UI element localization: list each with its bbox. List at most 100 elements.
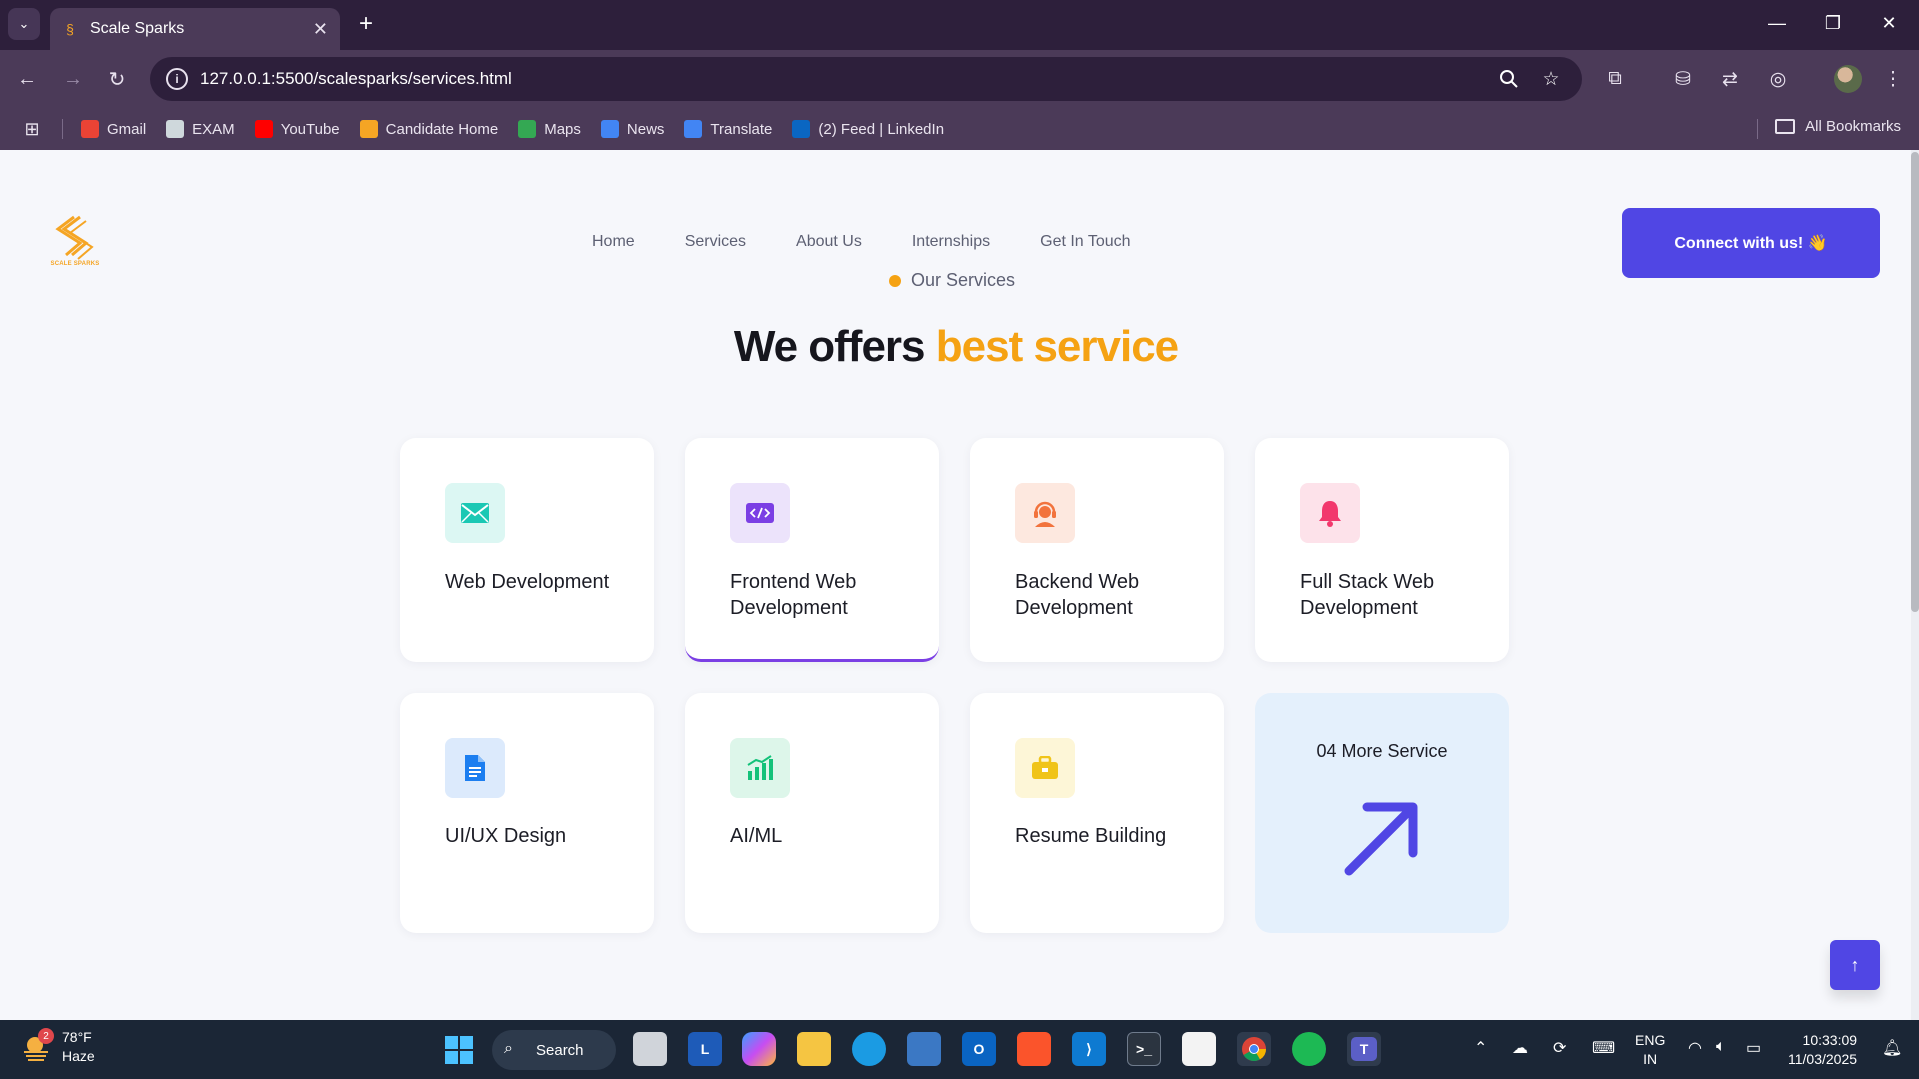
service-card-frontend-web-development[interactable]: Frontend Web Development [685, 438, 939, 662]
menu-kebab-icon[interactable]: ⋮ [1878, 64, 1908, 94]
tray-overflow-icon[interactable]: ⌃ [1474, 1038, 1487, 1058]
restore-icon[interactable]: ❐ [1818, 8, 1848, 38]
outlook-icon[interactable]: O [962, 1032, 996, 1066]
tab-search-button[interactable]: ⌄ [8, 8, 40, 40]
service-card-ai-ml[interactable]: AI/ML [685, 693, 939, 933]
forward-icon[interactable]: → [58, 64, 88, 94]
nav-home[interactable]: Home [592, 233, 635, 251]
bookmarks-divider [1757, 119, 1758, 139]
bookmark-item[interactable]: News [600, 120, 664, 138]
service-card-backend-web-development[interactable]: Backend Web Development [970, 438, 1224, 662]
service-label: Backend Web Development [1015, 571, 1140, 619]
bookmark-label: YouTube [280, 120, 340, 138]
bar-chart-icon [730, 738, 790, 798]
more-services-card[interactable]: 04 More Service [1255, 693, 1509, 933]
nav-internships[interactable]: Internships [912, 233, 990, 251]
notifications-icon[interactable]: 🔔︎ [1882, 1038, 1902, 1058]
reload-icon[interactable]: ↻ [102, 64, 132, 94]
close-window-icon[interactable]: ✕ [1874, 8, 1904, 38]
file-explorer-icon[interactable] [797, 1032, 831, 1066]
terminal-icon[interactable]: >_ [1127, 1032, 1161, 1066]
browser-toolbar: ← → ↻ i 127.0.0.1:5500/scalesparks/servi… [0, 50, 1919, 108]
service-card-ui-ux-design[interactable]: UI/UX Design [400, 693, 654, 933]
battery-icon[interactable]: ▭ [1746, 1038, 1761, 1058]
scrollbar-thumb[interactable] [1911, 152, 1919, 612]
nav-get-in-touch[interactable]: Get In Touch [1040, 233, 1130, 251]
vscode-icon[interactable]: ⟩ [1072, 1032, 1106, 1066]
weather-temp: 78°F [62, 1029, 92, 1045]
taskbar-search[interactable]: ⌕ Search [492, 1030, 616, 1070]
lang-top: ENG [1635, 1032, 1666, 1048]
connect-button[interactable]: Connect with us! 👋 [1622, 208, 1880, 278]
copilot-icon[interactable] [742, 1032, 776, 1066]
address-bar[interactable]: i 127.0.0.1:5500/scalesparks/services.ht… [150, 57, 1582, 101]
url-text[interactable]: 127.0.0.1:5500/scalesparks/services.html [200, 69, 1482, 89]
service-card-resume-building[interactable]: Resume Building [970, 693, 1224, 933]
briefcase-icon [1015, 738, 1075, 798]
edge-icon[interactable] [852, 1032, 886, 1066]
service-label: Web Development [445, 571, 610, 593]
bookmark-item[interactable]: YouTube [254, 120, 340, 138]
sync-icon[interactable]: ⟳ [1553, 1038, 1566, 1058]
incognito-icon[interactable]: ⛁ [1668, 64, 1698, 94]
language-indicator[interactable]: ENG IN [1635, 1031, 1665, 1069]
translate-icon [684, 120, 703, 138]
extensions-icon[interactable]: ⧉ [1600, 64, 1630, 94]
nav-about-us[interactable]: About Us [796, 233, 862, 251]
service-card-full-stack-web-development[interactable]: Full Stack Web Development [1255, 438, 1509, 662]
scale-sparks-logo[interactable]: SCALE SPARKS [50, 215, 100, 267]
maps-icon [518, 120, 537, 138]
brave-icon[interactable] [1017, 1032, 1051, 1066]
bookmark-item[interactable]: Gmail [81, 120, 146, 138]
back-icon[interactable]: ← [12, 64, 42, 94]
zoom-icon[interactable] [1494, 64, 1524, 94]
onedrive-icon[interactable]: ☁ [1512, 1038, 1528, 1058]
lang-bottom: IN [1643, 1051, 1658, 1067]
bookmark-item[interactable]: Maps [518, 120, 581, 138]
minimize-icon[interactable]: — [1762, 8, 1792, 38]
service-card-web-development[interactable]: Web Development [400, 438, 654, 662]
wifi-icon[interactable]: ◠ [1688, 1038, 1702, 1058]
bookmark-item[interactable]: Translate [684, 120, 772, 138]
logo-caption: SCALE SPARKS [50, 261, 100, 267]
news-icon [600, 120, 619, 138]
exam-icon [166, 120, 185, 138]
more-services-label: 04 More Service [1316, 741, 1448, 761]
scroll-to-top-button[interactable]: ↑ [1830, 940, 1880, 990]
gmail-icon [81, 120, 99, 138]
code-icon [730, 483, 790, 543]
profile-avatar[interactable] [1834, 65, 1862, 93]
store-icon[interactable] [1182, 1032, 1216, 1066]
keyboard-icon[interactable]: ⌨ [1592, 1038, 1615, 1058]
bookmark-star-icon[interactable]: ☆ [1536, 64, 1566, 94]
eyebrow-dot [889, 274, 901, 287]
eyebrow-text: Our Services [911, 270, 1016, 290]
translate-page-icon[interactable]: ⇄ [1715, 64, 1745, 94]
tab-title: Scale Sparks [90, 20, 185, 37]
all-bookmarks-button[interactable]: All Bookmarks [1775, 118, 1901, 135]
page-scrollbar[interactable] [1911, 150, 1919, 1020]
bookmark-item[interactable]: EXAM [166, 120, 235, 138]
volume-icon[interactable]: 🔈︎ [1716, 1038, 1726, 1056]
lens-app-icon[interactable]: L [688, 1032, 722, 1066]
close-tab-icon[interactable]: ✕ [313, 19, 328, 40]
site-info-icon[interactable]: i [166, 68, 188, 90]
apps-grid-icon[interactable]: ⊞ [20, 117, 44, 141]
new-tab-button[interactable]: + [352, 10, 380, 38]
search-icon: ⌕ [504, 1040, 513, 1057]
system-clock[interactable]: 10:33:09 11/03/2025 [1788, 1031, 1857, 1069]
bookmark-item[interactable]: Candidate Home [359, 120, 498, 138]
screenshot-icon[interactable]: ◎ [1763, 64, 1793, 94]
logo-mark-icon [55, 215, 94, 260]
windows-start-icon[interactable] [445, 1036, 473, 1069]
spotify-icon[interactable] [1292, 1032, 1326, 1066]
chrome-icon[interactable] [1237, 1032, 1271, 1066]
notepad-icon[interactable] [907, 1032, 941, 1066]
bookmark-item[interactable]: (2) Feed | LinkedIn [792, 120, 944, 138]
weather-widget[interactable]: 2 78°F Haze [22, 1028, 95, 1066]
linkedin-icon [792, 120, 811, 138]
nav-services[interactable]: Services [685, 233, 746, 251]
teams-icon[interactable]: T [1347, 1032, 1381, 1066]
task-view-icon[interactable] [633, 1032, 667, 1066]
browser-tab[interactable]: § Scale Sparks ✕ [50, 8, 340, 50]
